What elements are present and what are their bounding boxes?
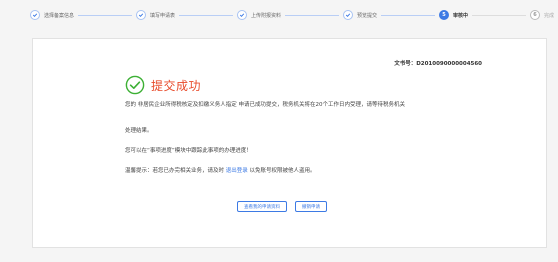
step-fill-form: 填写申请表 (136, 10, 175, 20)
step-label: 选择备案信息 (44, 12, 75, 19)
step-label: 预览提交 (357, 12, 378, 19)
success-check-icon (125, 75, 145, 95)
view-request-button[interactable]: 查看我的申请资料 (237, 201, 287, 212)
step-label: 上传附报资料 (251, 12, 282, 19)
step-preview-submit: 预览提交 (343, 10, 377, 20)
progress-tip: 您可以在“事项进度”模块中跟踪此事项的办理进度！ (125, 148, 252, 154)
document-number: 文书号：D2010090000004560 (394, 61, 482, 67)
check-icon (343, 10, 353, 20)
revoke-request-button[interactable]: 撤销申请 (295, 201, 327, 212)
message-line-1: 您的 非居民企业所得税核定及扣缴义务人指定 申请已成功提交，税务机关将在20个工… (125, 102, 405, 108)
check-icon (237, 10, 247, 20)
step-connector (381, 14, 435, 16)
reminder: 温馨提示：若您已办完相关业务，请及时 退出登录 以免账号权限被他人盗用。 (125, 168, 425, 175)
reminder-prefix: 温馨提示：若您已办完相关业务，请及时 (125, 168, 226, 174)
success-title: 提交成功 (151, 78, 202, 93)
step-connector (78, 14, 132, 16)
step-label: 审核中 (453, 12, 469, 19)
reminder-suffix: 以免账号权限被他人盗用。 (247, 168, 316, 174)
step-connector (472, 14, 526, 16)
step-number: 6 (533, 11, 537, 18)
success-header: 提交成功 (125, 75, 201, 95)
step-complete: 6 完成 (530, 10, 554, 20)
step-under-review: 5 审核中 (439, 10, 468, 20)
step-number-badge: 5 (439, 10, 449, 20)
step-connector (285, 14, 339, 16)
step-label: 完成 (544, 12, 555, 19)
check-icon (30, 10, 40, 20)
action-buttons: 查看我的申请资料 撤销申请 (237, 201, 335, 212)
step-number: 5 (442, 11, 446, 18)
step-select-record: 选择备案信息 (30, 10, 74, 20)
message-line-2: 处理结果。 (125, 128, 153, 134)
step-upload: 上传附报资料 (237, 10, 281, 20)
result-card: 文书号：D2010090000004560 提交成功 您的 非居民企业所得税核定… (32, 38, 547, 248)
check-icon (136, 10, 146, 20)
step-label: 填写申请表 (150, 12, 176, 19)
logout-link[interactable]: 退出登录 (226, 168, 248, 174)
progress-stepper: 选择备案信息 填写申请表 上传附报资料 预览提交 5 审核中 6 完成 (0, 0, 558, 30)
step-number-badge: 6 (530, 10, 540, 20)
step-connector (179, 14, 233, 16)
